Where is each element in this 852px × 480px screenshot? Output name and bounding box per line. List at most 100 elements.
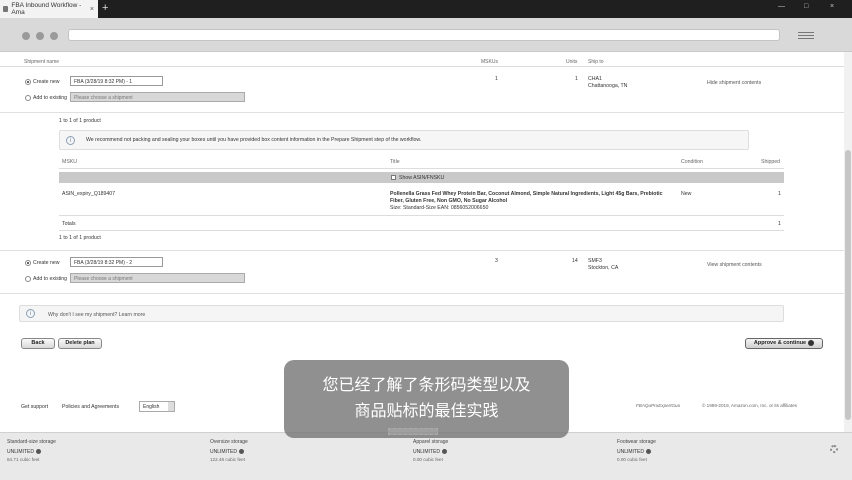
totals-label: Totals bbox=[62, 221, 76, 227]
browser-tab-bar: FBA Inbound Workflow - Ama × + — □ × bbox=[0, 0, 852, 18]
browser-tab[interactable]: FBA Inbound Workflow - Ama × bbox=[0, 0, 98, 18]
add-existing-radio-1[interactable] bbox=[25, 95, 31, 101]
forward-nav-icon[interactable] bbox=[36, 32, 44, 40]
subtitle-line-2: 商品贴标的最佳实践 bbox=[354, 401, 499, 420]
question-icon[interactable] bbox=[441, 449, 447, 455]
add-existing-label-2: Add to existing bbox=[33, 276, 68, 282]
scrollbar-thumb[interactable] bbox=[845, 150, 851, 420]
table-divider bbox=[59, 215, 784, 216]
product-title-line2[interactable]: Fiber, Gluten Free, Non GMO, No Sugar Al… bbox=[390, 198, 507, 204]
back-nav-icon[interactable] bbox=[22, 32, 30, 40]
col-condition: Condition bbox=[681, 159, 703, 165]
table-divider bbox=[59, 168, 784, 169]
show-asin-bar: Show ASIN/FNSKU bbox=[59, 172, 784, 183]
shipment-name-input-2[interactable]: FBA (3/28/19 8:32 PM) - 2 bbox=[70, 257, 163, 267]
storage-value: UNLIMITED bbox=[7, 449, 34, 455]
why-no-shipment-box: i Why don't I see my shipment? Learn mor… bbox=[19, 305, 784, 322]
show-asin-label: Show ASIN/FNSKU bbox=[399, 175, 445, 181]
add-existing-radio-2[interactable] bbox=[25, 276, 31, 282]
policies-link[interactable]: Policies and Agreements bbox=[62, 404, 119, 410]
storage-footer: Standard-size storage UNLIMITED 84.71 cu… bbox=[0, 432, 852, 480]
watermark-text: FBAQuProExpertGuo bbox=[636, 403, 681, 408]
table-divider bbox=[59, 230, 784, 231]
subtitle-line-1: 您已经了解了条形码类型以及 bbox=[322, 375, 531, 394]
create-new-radio-2[interactable] bbox=[25, 260, 31, 266]
shipments-table-header: Shipment name MSKUs Units Ship to bbox=[0, 57, 844, 67]
product-title-line1[interactable]: Pollenella Grass Fed Whey Protein Bar, C… bbox=[390, 191, 663, 197]
subtitle-drag-handle[interactable] bbox=[388, 428, 438, 435]
storage-title: Oversize storage bbox=[210, 439, 248, 445]
favicon-icon bbox=[3, 6, 9, 12]
ship-to-code-1: CHA1 bbox=[588, 76, 602, 82]
get-support-link[interactable]: Get support bbox=[21, 404, 48, 410]
mskus-value-1: 1 bbox=[495, 76, 498, 82]
tab-close-icon[interactable]: × bbox=[90, 6, 94, 13]
storage-cubic: 122.48 cubic feet bbox=[210, 457, 245, 462]
divider bbox=[0, 112, 844, 113]
storage-title: Apparel storage bbox=[413, 439, 449, 445]
ship-to-city-1: Chattanooga, TN bbox=[588, 83, 628, 89]
choose-shipment-select-2[interactable]: Please choose a shipment bbox=[70, 273, 245, 283]
url-input[interactable] bbox=[68, 29, 780, 41]
product-msku: ASIN_expiry_Q189407 bbox=[62, 191, 116, 197]
col-msku: MSKU bbox=[62, 159, 77, 165]
minimize-button[interactable]: — bbox=[778, 3, 785, 10]
question-icon[interactable] bbox=[238, 449, 244, 455]
ship-to-city-2: Stockton, CA bbox=[588, 265, 619, 271]
storage-cubic: 0.00 cubic feet bbox=[617, 457, 647, 462]
col-units: Units bbox=[566, 59, 578, 65]
create-new-label-1: Create new bbox=[33, 79, 60, 85]
col-shipment-name: Shipment name bbox=[24, 59, 60, 65]
col-title: Title bbox=[390, 159, 400, 165]
gear-icon[interactable] bbox=[830, 445, 838, 453]
info-message-box: i We recommend not packing and sealing y… bbox=[59, 130, 749, 150]
divider bbox=[0, 250, 844, 251]
storage-value: UNLIMITED bbox=[413, 449, 440, 455]
info-message-text: We recommend not packing and sealing you… bbox=[86, 137, 422, 143]
tab-title: FBA Inbound Workflow - Ama bbox=[11, 2, 82, 16]
chevron-down-icon bbox=[168, 402, 174, 411]
info-icon: i bbox=[66, 136, 75, 145]
storage-apparel: Apparel storage UNLIMITED 0.00 cubic fee… bbox=[413, 439, 448, 462]
shipment-name-input-1[interactable]: FBA (3/28/19 8:32 PM) - 1 bbox=[70, 76, 163, 86]
maximize-button[interactable]: □ bbox=[804, 3, 808, 10]
storage-oversize: Oversize storage UNLIMITED 122.48 cubic … bbox=[210, 439, 248, 462]
divider bbox=[0, 293, 844, 294]
storage-cubic: 0.00 cubic feet bbox=[413, 457, 443, 462]
storage-standard: Standard-size storage UNLIMITED 84.71 cu… bbox=[7, 439, 56, 462]
mskus-value-2: 3 bbox=[495, 258, 498, 264]
show-asin-checkbox[interactable] bbox=[391, 175, 396, 180]
address-bar-area bbox=[0, 18, 852, 52]
col-shipped: Shipped bbox=[761, 159, 781, 165]
copyright-text: © 1999-2019, Amazon.com, Inc. or its aff… bbox=[702, 403, 797, 408]
new-tab-button[interactable]: + bbox=[102, 2, 108, 14]
menu-icon[interactable] bbox=[798, 32, 814, 41]
choose-shipment-select-1[interactable]: Please choose a shipment bbox=[70, 92, 245, 102]
hide-contents-link[interactable]: Hide shipment contents bbox=[707, 80, 761, 86]
question-icon[interactable] bbox=[35, 449, 41, 455]
back-button[interactable]: Back bbox=[21, 338, 55, 349]
approve-continue-button[interactable]: Approve & continue bbox=[745, 338, 823, 349]
ship-to-code-2: SMF3 bbox=[588, 258, 602, 264]
why-no-shipment-link[interactable]: Why don't I see my shipment? Learn more bbox=[48, 312, 145, 318]
col-mskus: MSKUs bbox=[481, 59, 498, 65]
units-value-1: 1 bbox=[575, 76, 578, 82]
create-new-radio-1[interactable] bbox=[25, 79, 31, 85]
storage-title: Footwear storage bbox=[617, 439, 656, 445]
question-icon[interactable] bbox=[645, 449, 651, 455]
close-window-button[interactable]: × bbox=[830, 3, 834, 10]
language-select[interactable]: English bbox=[139, 401, 175, 412]
view-contents-link[interactable]: View shipment contents bbox=[707, 262, 762, 268]
page-scrollbar[interactable] bbox=[844, 52, 852, 432]
col-ship-to: Ship to bbox=[588, 59, 604, 65]
product-shipped: 1 bbox=[778, 191, 781, 197]
delete-plan-button[interactable]: Delete plan bbox=[58, 338, 102, 349]
reload-icon[interactable] bbox=[50, 32, 58, 40]
storage-footwear: Footwear storage UNLIMITED 0.00 cubic fe… bbox=[617, 439, 656, 462]
subtitle-overlay: 您已经了解了条形码类型以及 商品贴标的最佳实践 bbox=[284, 360, 569, 438]
storage-value: UNLIMITED bbox=[210, 449, 237, 455]
product-count-top: 1 to 1 of 1 product bbox=[59, 118, 101, 124]
product-condition: New bbox=[681, 191, 692, 197]
product-count-bottom: 1 to 1 of 1 product bbox=[59, 235, 101, 241]
storage-cubic: 84.71 cubic feet bbox=[7, 457, 40, 462]
